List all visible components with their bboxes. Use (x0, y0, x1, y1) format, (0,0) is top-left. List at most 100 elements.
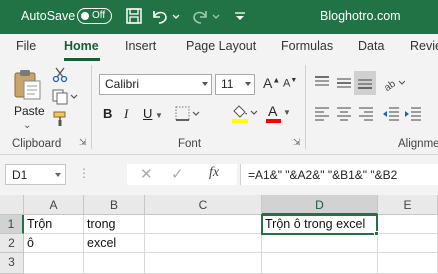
cell-c3[interactable] (145, 253, 262, 274)
column-header-a[interactable]: A (24, 195, 84, 215)
shrink-font-button[interactable]: A▼ (283, 77, 297, 90)
chevron-down-icon (202, 82, 208, 86)
ribbon: Paste ⌄ Clipboard ⇲ Calibri 11 A▲ A▼ B I… (0, 61, 438, 155)
paint-bucket-icon (232, 105, 258, 123)
cell-c2[interactable] (145, 234, 262, 253)
grow-font-button[interactable]: A▲ (263, 75, 280, 91)
increase-indent-icon[interactable] (404, 106, 422, 122)
font-color-button[interactable]: A ▼ (265, 103, 291, 125)
grow-font-label: A (263, 75, 273, 91)
font-name-dropdown[interactable]: Calibri (99, 74, 212, 95)
align-left-icon[interactable] (314, 106, 330, 122)
middle-align-icon[interactable] (336, 75, 352, 91)
undo-icon[interactable] (150, 7, 170, 27)
underline-dropdown-icon[interactable]: ▼ (155, 111, 163, 120)
tab-file[interactable]: File (16, 39, 36, 53)
row-header-3[interactable]: 3 (0, 253, 24, 274)
autosave-label: AutoSave (21, 9, 76, 23)
toggle-knob (81, 12, 89, 20)
cell-b3[interactable] (84, 253, 145, 274)
cell-a3[interactable] (24, 253, 84, 274)
orientation-icon[interactable]: ab (382, 73, 406, 94)
top-align-icon[interactable] (314, 75, 330, 91)
bottom-align-icon[interactable] (354, 71, 376, 95)
toggle-state: Off (92, 10, 106, 21)
cell-a2[interactable]: ô (24, 234, 84, 253)
chevron-down-icon (55, 173, 61, 177)
cell-b2[interactable]: excel (84, 234, 145, 253)
autosave-toggle[interactable]: Off (77, 8, 112, 24)
tab-data[interactable]: Data (358, 39, 384, 53)
cut-icon[interactable] (52, 67, 68, 83)
font-name-value: Calibri (105, 77, 140, 91)
row-header-1[interactable]: 1 (0, 215, 24, 234)
cell-d3[interactable] (262, 253, 378, 274)
underline-button[interactable]: U (143, 106, 152, 121)
format-painter-icon[interactable] (52, 111, 68, 127)
window-title: Bloghotro.com (320, 9, 401, 23)
align-center-icon[interactable] (336, 106, 352, 122)
fill-color-button[interactable] (230, 103, 258, 125)
cancel-icon[interactable]: ✕ (140, 165, 153, 183)
enter-icon[interactable]: ✓ (171, 165, 184, 183)
title-bar: AutoSave Off Bloghotro.com (0, 0, 438, 34)
font-group-label: Font (178, 138, 202, 150)
font-color-swatch (266, 119, 281, 123)
clipboard-launcher-icon[interactable]: ⇲ (79, 137, 87, 148)
ribbon-divider (91, 65, 92, 149)
formula-buttons: ✕ ✓ fx (127, 164, 237, 185)
borders-icon (175, 106, 200, 121)
tab-insert[interactable]: Insert (125, 39, 156, 53)
font-size-dropdown[interactable]: 11 (215, 74, 255, 95)
font-color-glyph: A (268, 103, 278, 119)
tab-formulas[interactable]: Formulas (281, 39, 333, 53)
fill-handle[interactable] (374, 231, 379, 236)
paste-dropdown-icon[interactable]: ⌄ (23, 120, 31, 131)
save-icon[interactable] (125, 7, 145, 27)
select-all-corner[interactable] (0, 195, 24, 215)
name-box[interactable]: D1 (5, 164, 66, 185)
tab-home[interactable]: Home (64, 39, 99, 53)
cell-d2[interactable] (262, 234, 378, 253)
cell-a1[interactable]: Trộn (24, 215, 84, 234)
svg-text:ab: ab (383, 78, 398, 93)
active-cell-border (261, 214, 378, 235)
ribbon-divider (305, 65, 306, 149)
row-header-2[interactable]: 2 (0, 234, 24, 253)
cell-e3[interactable] (378, 253, 438, 274)
decrease-indent-icon[interactable] (382, 106, 400, 122)
copy-icon[interactable] (52, 89, 78, 105)
customize-toolbar-icon[interactable] (232, 7, 252, 27)
tab-page-layout[interactable]: Page Layout (186, 39, 256, 53)
bold-button[interactable]: B (103, 106, 112, 121)
name-box-value: D1 (12, 168, 28, 182)
column-header-c[interactable]: C (145, 195, 262, 215)
alignment-group-label: Alignme (398, 138, 438, 150)
paste-label: Paste (14, 104, 45, 118)
formula-bar-grip[interactable]: ⋮ (78, 166, 90, 180)
borders-button[interactable] (175, 106, 201, 122)
cell-b1[interactable]: trong (84, 215, 145, 234)
column-header-b[interactable]: B (84, 195, 145, 215)
clipboard-group-label: Clipboard (12, 138, 62, 150)
chevron-down-icon: ▼ (283, 108, 291, 117)
undo-dropdown-icon[interactable] (171, 7, 191, 27)
column-header-e[interactable]: E (378, 195, 438, 215)
column-header-d[interactable]: D (262, 195, 378, 215)
chevron-down-icon (245, 82, 251, 86)
formula-input[interactable]: =A1&" "&A2&" "&B1&" "&B2 (240, 164, 438, 185)
clipboard-icon (14, 70, 41, 100)
cell-c1[interactable] (145, 215, 262, 234)
paste-button[interactable]: Paste ⌄ (10, 67, 45, 131)
cell-e2[interactable] (378, 234, 438, 253)
redo-icon[interactable] (190, 7, 210, 27)
font-size-value: 11 (221, 77, 234, 91)
cell-e1[interactable] (378, 215, 438, 234)
ribbon-tabs: File Home Insert Page Layout Formulas Da… (0, 34, 438, 61)
align-right-icon[interactable] (358, 106, 374, 122)
font-launcher-icon[interactable]: ⇲ (293, 137, 301, 148)
insert-function-button[interactable]: fx (209, 165, 219, 181)
tab-review[interactable]: Revie (410, 39, 438, 53)
redo-dropdown-icon[interactable] (211, 7, 231, 27)
italic-button[interactable]: I (124, 106, 128, 122)
